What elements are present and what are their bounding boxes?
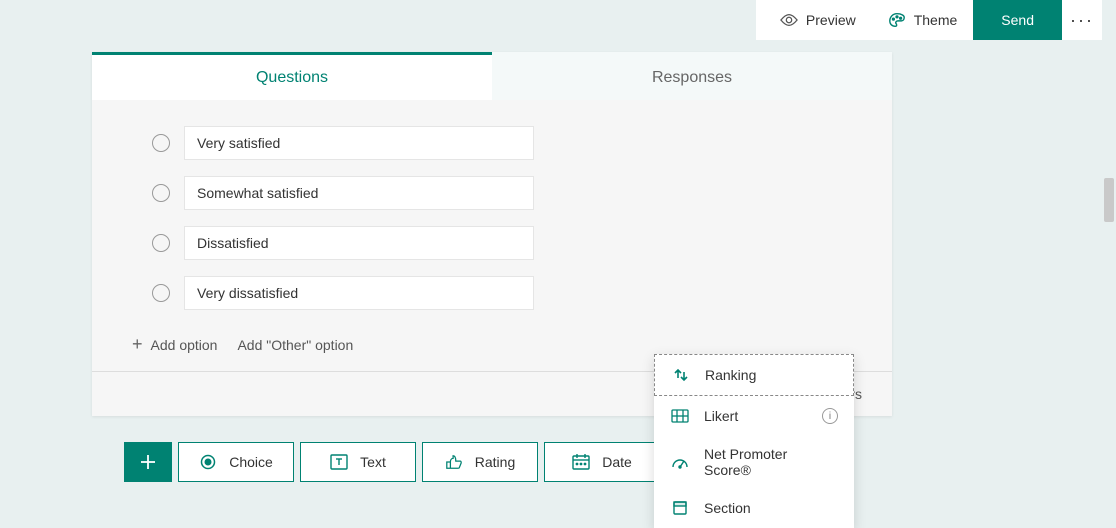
- type-rating-label: Rating: [475, 454, 515, 470]
- option-input[interactable]: Very dissatisfied: [184, 276, 534, 310]
- type-rating-button[interactable]: Rating: [422, 442, 538, 482]
- type-date-button[interactable]: Date: [544, 442, 660, 482]
- add-other-button[interactable]: Add "Other" option: [237, 337, 353, 353]
- eye-icon: [780, 11, 798, 29]
- type-choice-button[interactable]: Choice: [178, 442, 294, 482]
- ellipsis-icon: ···: [1070, 10, 1094, 31]
- option-text: Dissatisfied: [197, 235, 269, 251]
- text-icon: [330, 453, 348, 471]
- add-other-label: Add "Other" option: [237, 337, 353, 353]
- add-option-label: Add option: [151, 337, 218, 353]
- tabs: Questions Responses: [92, 52, 892, 100]
- send-button[interactable]: Send: [973, 0, 1062, 40]
- radio-icon[interactable]: [152, 234, 170, 252]
- popup-item-section[interactable]: Section: [654, 488, 854, 528]
- type-text-button[interactable]: Text: [300, 442, 416, 482]
- popup-item-nps[interactable]: Net Promoter Score®: [654, 436, 854, 488]
- plus-icon: +: [132, 334, 143, 355]
- option-input[interactable]: Dissatisfied: [184, 226, 534, 260]
- popup-ranking-label: Ranking: [705, 367, 756, 383]
- plus-icon: [138, 452, 158, 472]
- option-row: Dissatisfied: [92, 218, 892, 268]
- radio-icon[interactable]: [152, 184, 170, 202]
- tab-responses-label: Responses: [652, 69, 732, 87]
- theme-label: Theme: [914, 12, 958, 28]
- preview-button[interactable]: Preview: [764, 0, 872, 40]
- ranking-icon: [671, 365, 691, 385]
- likert-icon: [670, 406, 690, 426]
- popup-nps-label: Net Promoter Score®: [704, 446, 838, 478]
- option-text: Very dissatisfied: [197, 285, 298, 301]
- section-icon: [670, 498, 690, 518]
- rating-icon: [445, 453, 463, 471]
- header-toolbar: Preview Theme Send ···: [756, 0, 1102, 40]
- radio-icon[interactable]: [152, 284, 170, 302]
- popup-item-likert[interactable]: Likert i: [654, 396, 854, 436]
- preview-label: Preview: [806, 12, 856, 28]
- option-input[interactable]: Somewhat satisfied: [184, 176, 534, 210]
- add-question-toolbar: Choice Text Rating: [124, 442, 660, 482]
- send-label: Send: [1001, 12, 1034, 28]
- option-row: Very satisfied: [92, 118, 892, 168]
- choice-icon: [199, 453, 217, 471]
- popup-likert-label: Likert: [704, 408, 738, 424]
- theme-button[interactable]: Theme: [872, 0, 974, 40]
- nps-icon: [670, 452, 690, 472]
- tab-questions[interactable]: Questions: [92, 52, 492, 100]
- tab-responses[interactable]: Responses: [492, 52, 892, 100]
- option-row: Somewhat satisfied: [92, 168, 892, 218]
- type-text-label: Text: [360, 454, 386, 470]
- option-input[interactable]: Very satisfied: [184, 126, 534, 160]
- add-option-button[interactable]: + Add option: [132, 334, 217, 355]
- popup-item-ranking[interactable]: Ranking: [654, 354, 854, 396]
- option-text: Somewhat satisfied: [197, 185, 318, 201]
- add-question-button[interactable]: [124, 442, 172, 482]
- popup-section-label: Section: [704, 500, 751, 516]
- radio-icon[interactable]: [152, 134, 170, 152]
- info-icon[interactable]: i: [822, 408, 838, 424]
- option-text: Very satisfied: [197, 135, 280, 151]
- more-button[interactable]: ···: [1062, 0, 1102, 40]
- tab-questions-label: Questions: [256, 69, 328, 87]
- more-types-popup: Ranking Likert i Net Promoter Score®: [654, 354, 854, 528]
- type-choice-label: Choice: [229, 454, 273, 470]
- scrollbar-thumb[interactable]: [1104, 178, 1114, 222]
- date-icon: [572, 453, 590, 471]
- type-date-label: Date: [602, 454, 632, 470]
- option-row: Very dissatisfied: [92, 268, 892, 318]
- theme-icon: [888, 11, 906, 29]
